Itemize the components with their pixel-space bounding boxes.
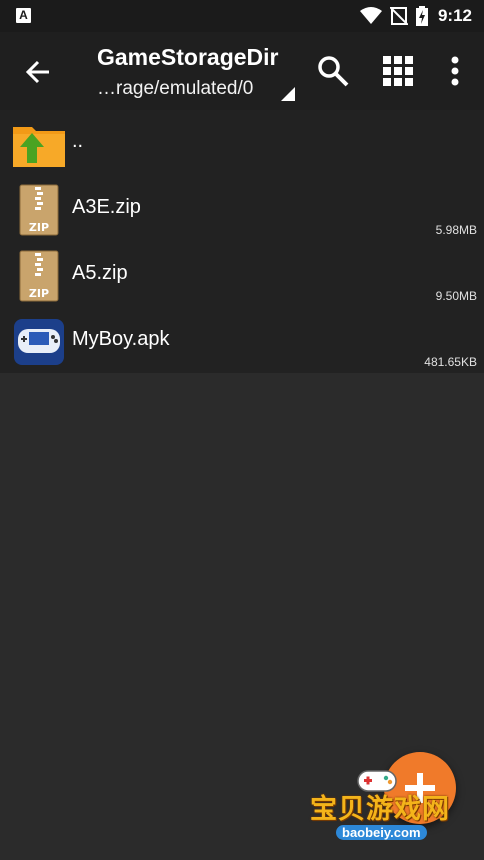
list-item-file[interactable]: MyBoy.apk 481.65KB — [0, 308, 484, 374]
svg-text:ZIP: ZIP — [29, 221, 49, 234]
more-options-button[interactable] — [440, 50, 470, 92]
status-bar: A 9:12 — [0, 0, 484, 32]
grid-view-button[interactable] — [377, 50, 419, 92]
list-item-parent[interactable]: .. — [0, 110, 484, 176]
search-button[interactable] — [312, 50, 354, 92]
file-name: A3E.zip — [72, 196, 141, 218]
dropdown-triangle-icon — [281, 87, 295, 101]
watermark-url: baobeiy.com — [336, 825, 427, 840]
grid-icon — [383, 56, 413, 86]
notification-a-icon: A — [16, 8, 31, 23]
file-size: 9.50MB — [435, 289, 477, 303]
file-size: 481.65KB — [424, 355, 477, 369]
battery-charging-icon — [415, 6, 428, 26]
app-toolbar: GameStorageDir …rage/emulated/0 — [0, 32, 484, 110]
list-item-file[interactable]: ZIP A5.zip 9.50MB — [0, 242, 484, 308]
more-vert-icon — [451, 56, 459, 86]
file-name: A5.zip — [72, 262, 128, 284]
arrow-left-icon — [25, 60, 49, 84]
myboy-app-icon — [14, 319, 64, 365]
file-name: .. — [72, 130, 84, 152]
svg-text:ZIP: ZIP — [29, 287, 49, 300]
clock: 9:12 — [437, 6, 472, 25]
wifi-icon — [359, 7, 382, 24]
watermark-logo: 宝贝游戏网 baobeiy.com — [302, 765, 452, 855]
back-button[interactable] — [18, 52, 58, 92]
file-name: MyBoy.apk — [72, 328, 170, 350]
file-size: 5.98MB — [435, 223, 477, 237]
directory-path-dropdown[interactable]: …rage/emulated/0 — [97, 78, 253, 100]
directory-title: GameStorageDir — [97, 44, 279, 70]
watermark-text: 宝贝游戏网 — [310, 794, 450, 825]
zip-archive-icon: ZIP — [19, 184, 59, 236]
file-list: .. ZIP A3E.zip 5.98MB ZIP A5.zip 9.50MB … — [0, 110, 484, 373]
zip-archive-icon: ZIP — [19, 250, 59, 302]
no-sim-icon — [389, 7, 408, 25]
parent-folder-icon — [13, 127, 65, 167]
status-icons: 9:12 — [359, 0, 472, 32]
list-item-file[interactable]: ZIP A3E.zip 5.98MB — [0, 176, 484, 242]
search-icon — [318, 56, 349, 87]
